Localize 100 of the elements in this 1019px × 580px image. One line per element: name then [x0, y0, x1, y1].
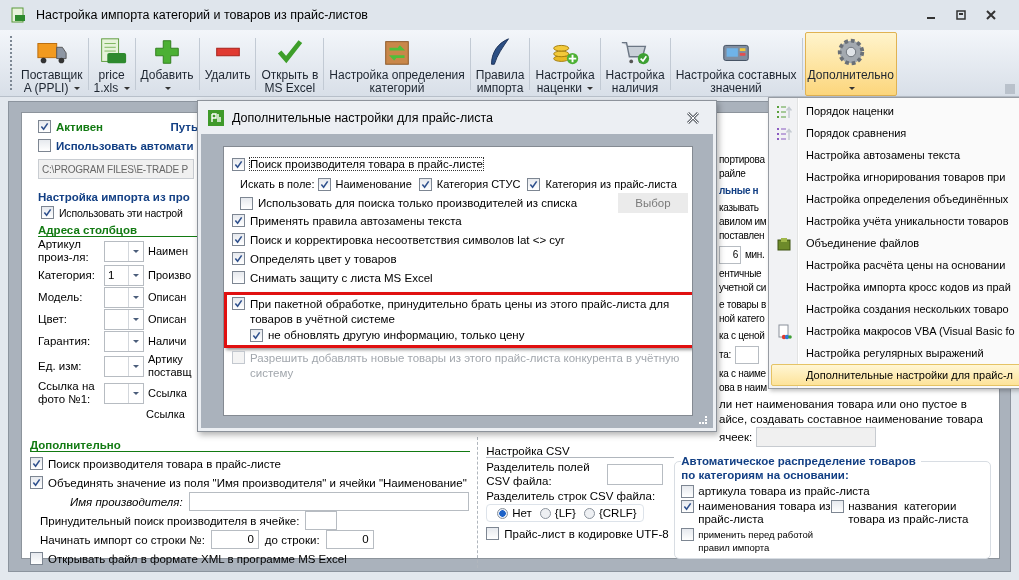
menu-item[interactable]: Настройка автозамены текста: [771, 144, 1019, 166]
field-label: Ссылка: [148, 386, 188, 400]
dropdown[interactable]: [104, 240, 144, 262]
checkbox[interactable]: [38, 139, 51, 152]
toolbar-button[interactable]: Добавить: [137, 32, 197, 96]
field-label: Разделитель полей CSV файла:: [486, 460, 591, 488]
dialog-title: Дополнительные настройки для прайс-листа: [232, 110, 494, 125]
toolbar-button[interactable]: Правила импорта: [472, 32, 528, 96]
checkbox[interactable]: [681, 528, 695, 541]
menu-item[interactable]: Порядок наценки: [771, 100, 1019, 122]
radio-button[interactable]: [539, 507, 551, 519]
toolbar-button[interactable]: Поставщик A (PPLI): [18, 32, 86, 96]
checkbox-label: Применять правила автозамены текста: [250, 214, 462, 229]
number-field[interactable]: 0: [210, 530, 259, 549]
checkbox[interactable]: [38, 120, 51, 133]
list-icon: [776, 104, 792, 120]
radio-button[interactable]: [583, 507, 595, 519]
field-label: Ссылка на фото №1:: [38, 380, 96, 406]
toolbar-button[interactable]: Настройка определения категорий: [326, 32, 468, 96]
dropdown[interactable]: [104, 355, 144, 377]
checkbox-label: Открывать файл в формате XML в программе MS Excel: [48, 552, 347, 565]
checkbox[interactable]: [240, 196, 253, 210]
resize-grip[interactable]: [699, 416, 707, 424]
number-field[interactable]: 6: [719, 246, 741, 264]
checkbox[interactable]: [486, 527, 500, 540]
checkbox-label: Категория из прайс-листа: [545, 178, 677, 190]
checkbox-label: Разрешить добавлять новые товары из этого прайс-листа конкурента в учётную систему: [250, 351, 681, 381]
checkbox[interactable]: [30, 552, 43, 565]
section-heading: Дополнительно: [30, 439, 470, 452]
toolbar-button[interactable]: Настройка составных значений: [672, 32, 800, 96]
checkbox[interactable]: [317, 177, 331, 191]
dropdown[interactable]: 1: [104, 265, 144, 286]
path-field[interactable]: C:\PROGRAM FILES\E-TRADE P: [38, 159, 194, 179]
input-field[interactable]: [188, 492, 469, 511]
field-label: Ссылка: [146, 408, 186, 420]
checkbox-label: Активен: [56, 120, 104, 133]
menu-item[interactable]: Дополнительные настройки для прайс-л: [771, 364, 1019, 386]
input-field[interactable]: [756, 427, 877, 447]
menu-item[interactable]: Порядок сравнения: [771, 122, 1019, 144]
checkbox[interactable]: [232, 157, 245, 171]
checkbox[interactable]: [681, 500, 695, 513]
dropdown[interactable]: [104, 287, 144, 308]
menu-item[interactable]: Настройка создания нескольких товаро: [771, 298, 1019, 320]
toolbar-button[interactable]: Удалить: [201, 32, 254, 96]
maximize-icon[interactable]: [955, 9, 967, 21]
checkbox-label: Наименование: [335, 178, 412, 190]
toolbar-button[interactable]: Настройка наличия: [602, 32, 668, 96]
checkbox[interactable]: [232, 252, 245, 265]
menu-item[interactable]: Настройка регулярных выражений: [771, 342, 1019, 364]
field-label: Модель:: [38, 291, 84, 304]
caret-icon: [133, 364, 139, 368]
checkbox[interactable]: [232, 214, 245, 227]
toolbar-button[interactable]: price 1.xls: [90, 32, 133, 96]
number-field[interactable]: 0: [325, 530, 374, 549]
menu-item[interactable]: Объединение файлов: [771, 232, 1019, 254]
field-label: до строки:: [264, 533, 320, 546]
menu-item[interactable]: Настройка игнорирования товаров при: [771, 166, 1019, 188]
checkbox[interactable]: [831, 500, 845, 513]
menu-item[interactable]: Настройка расчёта цены на основании: [771, 254, 1019, 276]
checkbox-label: Определять цвет у товаров: [250, 252, 397, 267]
checkbox[interactable]: [232, 271, 245, 284]
checkbox[interactable]: [232, 297, 245, 310]
toolbar-gripper[interactable]: [10, 36, 14, 90]
close-icon[interactable]: [686, 111, 700, 124]
input-field[interactable]: [305, 511, 338, 530]
checkbox-label: Снимать защиту с листа MS Excel: [250, 271, 433, 286]
dropdown[interactable]: [104, 331, 144, 352]
box-icon: [776, 236, 792, 252]
menu-item[interactable]: Настройка определения объединённых: [771, 188, 1019, 210]
checkbox[interactable]: [527, 177, 541, 191]
dropdown[interactable]: [104, 382, 144, 404]
menu-item[interactable]: Настройка учёта уникальности товаров: [771, 210, 1019, 232]
checkbox[interactable]: [681, 485, 695, 498]
toolbar-button[interactable]: Настройка наценки: [532, 32, 598, 96]
checkbox-label: Поиск и корректировка несоответствия символов lat <> cyr: [250, 233, 565, 248]
input-field[interactable]: [607, 463, 664, 485]
dropdown[interactable]: [104, 309, 144, 330]
group-title: Настройка импорта из про: [38, 191, 191, 203]
input-field[interactable]: [734, 346, 759, 364]
checkbox[interactable]: [30, 457, 43, 470]
checkbox[interactable]: [418, 177, 432, 191]
field-label: Гарантия:: [38, 335, 92, 348]
caret-icon: [133, 391, 139, 395]
menu-item[interactable]: Настройка импорта кросс кодов из прай: [771, 276, 1019, 298]
menu-item[interactable]: Настройка макросов VBA (Visual Basic fo: [771, 320, 1019, 342]
toolbar-button[interactable]: Открыть в MS Excel: [258, 32, 322, 96]
checkbox[interactable]: [232, 233, 245, 246]
choose-button[interactable]: Выбор: [618, 193, 688, 213]
close-icon[interactable]: [985, 9, 997, 21]
checkbox-label: не обновлять другую информацию, только цену: [268, 328, 525, 343]
checkbox-label: Категория СТУС: [436, 178, 521, 190]
checkbox[interactable]: [30, 476, 43, 489]
checkbox[interactable]: [250, 329, 263, 342]
radio-button[interactable]: [497, 507, 509, 519]
field-label: Описан: [148, 313, 188, 326]
checkbox[interactable]: [41, 206, 54, 219]
field-label: Наличи: [148, 335, 188, 348]
field-label: Ед. изм:: [38, 359, 83, 373]
section-heading: льные н: [719, 184, 760, 198]
toolbar-button[interactable]: Дополнительно: [804, 32, 897, 96]
